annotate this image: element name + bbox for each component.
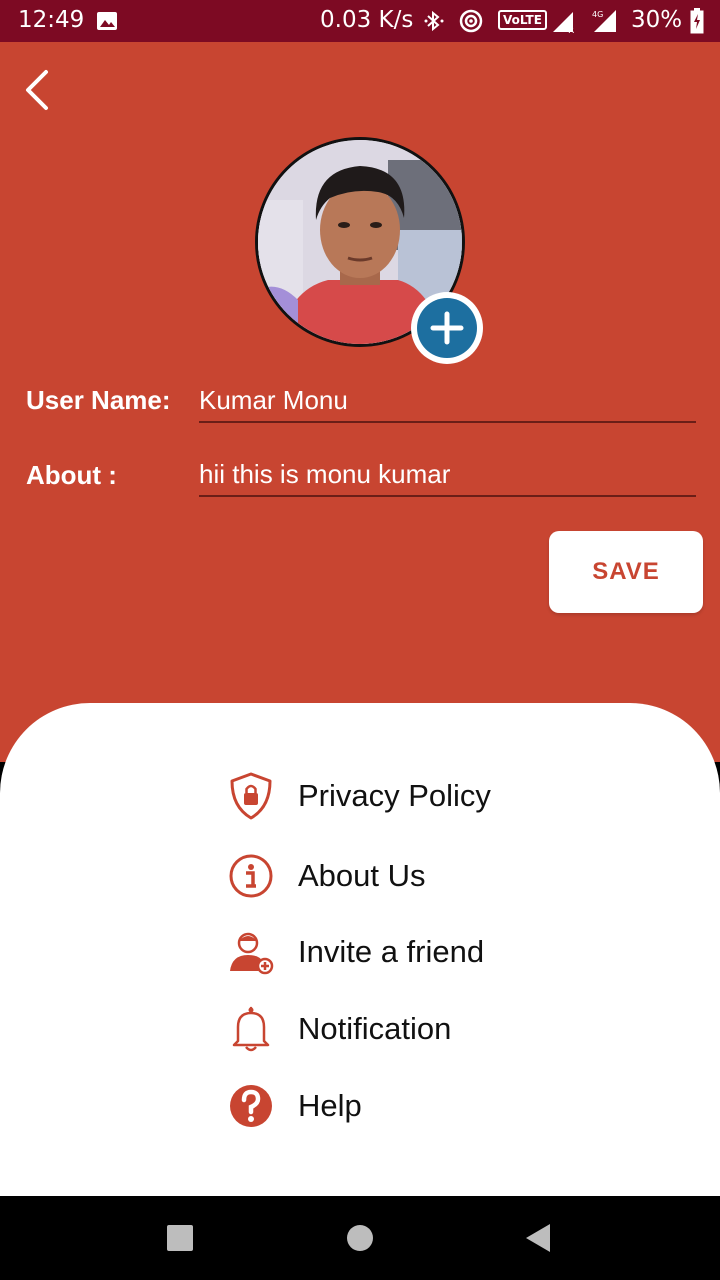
shield-lock-icon: [226, 771, 276, 821]
save-button[interactable]: SAVE: [549, 531, 703, 613]
home-circle-icon[interactable]: [340, 1218, 380, 1258]
help-icon: [226, 1081, 276, 1131]
plus-icon: [417, 298, 477, 358]
add-photo-button[interactable]: [411, 292, 483, 364]
menu-item-invite-friend[interactable]: Invite a friend: [226, 922, 484, 982]
svg-text:R: R: [568, 26, 574, 34]
menu-label-privacy-policy: Privacy Policy: [298, 778, 491, 813]
about-label: About :: [26, 460, 117, 490]
add-user-icon: [226, 927, 276, 977]
status-bar: 12:49 0.03 K/s VoLTE R 4G 30%: [0, 0, 720, 42]
username-label: User Name:: [26, 385, 171, 415]
volte-badge: VoLTE: [498, 10, 547, 30]
menu-label-notification: Notification: [298, 1011, 452, 1046]
menu-item-about-us[interactable]: About Us: [226, 846, 426, 906]
info-icon: [226, 851, 276, 901]
username-input[interactable]: [199, 379, 696, 423]
bell-icon: [226, 1004, 276, 1054]
menu-label-invite-friend: Invite a friend: [298, 934, 485, 969]
battery-percent: 30%: [631, 7, 683, 33]
about-input[interactable]: [199, 453, 696, 497]
status-time: 12:49: [18, 7, 85, 33]
profile-photo[interactable]: [255, 137, 483, 364]
bluetooth-icon: [424, 10, 444, 32]
svg-text:4G: 4G: [592, 10, 603, 19]
menu-item-notification[interactable]: Notification: [226, 999, 451, 1059]
menu-item-help[interactable]: Help: [226, 1076, 362, 1136]
image-icon: [97, 12, 117, 30]
menu-label-help: Help: [298, 1088, 362, 1123]
menu-item-privacy-policy[interactable]: Privacy Policy: [226, 766, 491, 826]
recents-square-icon[interactable]: [160, 1218, 200, 1258]
system-nav-bar: [0, 1196, 720, 1280]
menu-label-about-us: About Us: [298, 858, 426, 893]
network-speed: 0.03 K/s: [320, 7, 414, 33]
battery-charging-icon: [690, 8, 704, 34]
settings-menu: Privacy Policy About Us Invite a friend: [0, 703, 720, 1196]
signal-4g-icon: 4G: [592, 10, 616, 32]
signal-icon: R: [553, 12, 574, 34]
hotspot-icon: [459, 9, 483, 33]
profile-header: User Name: About : SAVE: [0, 42, 720, 762]
back-triangle-icon[interactable]: [518, 1218, 558, 1258]
chevron-left-icon[interactable]: [20, 66, 56, 114]
